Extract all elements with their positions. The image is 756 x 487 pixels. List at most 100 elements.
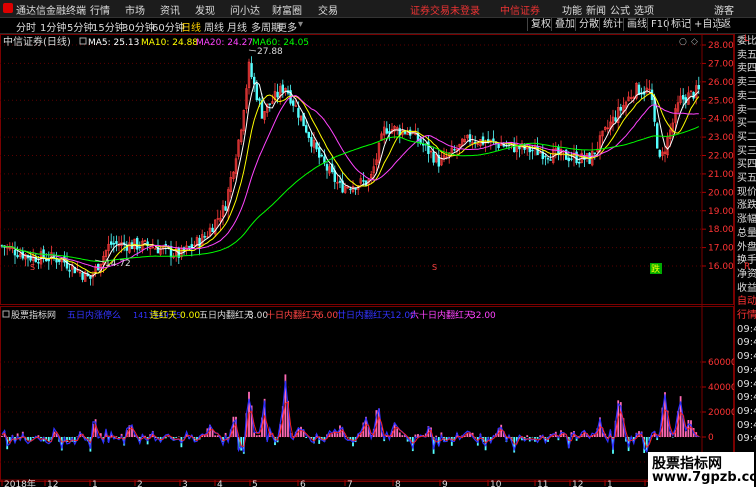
period-more[interactable]: 更多 (277, 19, 297, 34)
quote-field-8: 买三 (737, 145, 756, 157)
indicator-bar (552, 436, 555, 437)
indicator-bar (255, 435, 258, 437)
candle-body (255, 83, 258, 101)
kline-chart[interactable]: 中信证券(日线) MA5: 25.13 MA10: 24.88 MA20: 24… (0, 34, 734, 487)
indicator-bar (175, 437, 178, 438)
indicator-blue-line (1, 380, 699, 454)
login-notice[interactable]: 证券交易未登录 (410, 2, 480, 17)
period-60min[interactable]: 60分钟 (152, 19, 185, 34)
quote-field-23: 09:4 (737, 351, 756, 363)
quote-field-27: 09:4 (737, 405, 756, 417)
price-tick-label: 28.00 (708, 41, 734, 51)
period-fenshi[interactable]: 分时 (16, 19, 36, 34)
price-tick-label: 19.00 (708, 207, 734, 217)
btn-back[interactable]: 返回 (717, 18, 740, 31)
menu-zixun[interactable]: 资讯 (160, 2, 180, 17)
menu-xinwen[interactable]: 新闻 (586, 2, 606, 17)
ma10-label: MA10: 24.88 (141, 38, 198, 48)
time-tick-label: 1 (92, 480, 98, 487)
candle-body (13, 249, 17, 256)
period-monthly[interactable]: 月线 (227, 19, 247, 34)
quote-field-14: 总量 (737, 227, 756, 239)
candle-body (281, 84, 284, 93)
quote-field-3: 卖三 (737, 77, 756, 89)
candle-body (681, 95, 685, 100)
indicator-gridlines (0, 361, 702, 463)
quote-field-2: 卖四 (737, 63, 756, 75)
menu-caifuquan[interactable]: 财富圈 (272, 2, 302, 17)
menu-shichang[interactable]: 市场 (125, 2, 145, 17)
btn-fensan[interactable]: 分散 (575, 18, 602, 31)
candle-body (188, 246, 191, 248)
menu-gongshi[interactable]: 公式 (610, 2, 630, 17)
menu-wenxiaoda[interactable]: 问小达 (230, 2, 260, 17)
ind-f2-label: 连红天 (150, 309, 177, 321)
candle-body (692, 92, 695, 99)
price-axis: 28.00 27.00 26.00 25.00 24.00 23.00 22.00 21.00… (702, 41, 734, 272)
price-tick-label: 23.00 (708, 133, 734, 143)
candle-body (138, 246, 141, 249)
period-5min[interactable]: 5分钟 (67, 19, 93, 34)
indicator-bar (300, 426, 302, 437)
indicator-bar (435, 435, 438, 437)
btn-diejia[interactable]: 叠加 (551, 18, 578, 31)
btn-huaxian[interactable]: 画线 (623, 18, 650, 31)
candle-body (453, 149, 456, 151)
candle-body (110, 241, 113, 245)
candle-body (637, 84, 641, 95)
menu-xuanxiang[interactable]: 选项 (634, 2, 654, 17)
candle-body (593, 152, 597, 154)
indicator-bar (1, 435, 3, 437)
ma60-line (1, 126, 700, 263)
time-tick-label: 2 (137, 480, 143, 487)
high-pointer (248, 49, 257, 52)
indicator-bar (258, 434, 261, 437)
candle-body (310, 136, 313, 147)
indicator-collapse-icon[interactable] (2, 310, 10, 318)
more-arrow-icon[interactable]: ▾ (298, 19, 303, 30)
time-tick-label: 8 (395, 480, 401, 487)
quote-field-6: 买一 (737, 118, 756, 130)
indicator-pane-border (0, 306, 734, 482)
time-tick-label: 9 (442, 480, 448, 487)
candle-body (89, 275, 92, 279)
indicator-bar (214, 435, 217, 437)
btn-fuquan[interactable]: 复权 (527, 18, 554, 31)
menu-gongneng[interactable]: 功能 (562, 2, 582, 17)
time-tick-label: 7 (347, 480, 353, 487)
side-mark-l: L (744, 34, 750, 44)
period-30min[interactable]: 30分钟 (122, 19, 155, 34)
btn-tongji[interactable]: 统计 (599, 18, 626, 31)
candle-body (362, 180, 365, 182)
period-weekly[interactable]: 周线 (204, 19, 224, 34)
price-tick-label: 26.00 (708, 78, 734, 88)
period-daily[interactable]: 日线 (181, 19, 201, 34)
side-mark-r: R (744, 262, 751, 272)
chart-close-icon[interactable]: ◇ (691, 37, 698, 47)
menu-jiaoyi[interactable]: 交易 (318, 2, 338, 17)
menu-hangqing[interactable]: 行情 (90, 2, 110, 17)
collapse-icon[interactable] (79, 37, 87, 45)
candle-body (291, 100, 295, 106)
ind-f3-label: 五日内翻红天 (199, 309, 253, 321)
quote-field-1: 卖五 (737, 49, 756, 61)
quote-field-29: 09:4 (737, 433, 756, 445)
signal-mark-2: S (432, 263, 437, 272)
quote-field-10: 买五 (737, 173, 756, 184)
indicator-tick-label: 60000 (708, 358, 734, 368)
candle-body (697, 85, 701, 90)
candle-body (320, 154, 323, 157)
user-label[interactable]: 游客 (714, 2, 734, 17)
indicator-bar (40, 437, 42, 439)
candle-body (115, 241, 118, 244)
quote-field-22: 09:4 (737, 337, 756, 349)
candle-body (481, 136, 485, 145)
broker-label[interactable]: 中信证券 (500, 2, 540, 17)
period-15min[interactable]: 15分钟 (92, 19, 125, 34)
candle-body (403, 131, 407, 134)
menu-faxian[interactable]: 发现 (195, 2, 215, 17)
candle-body (250, 63, 253, 78)
settings-circle-icon[interactable]: ○ (679, 37, 687, 47)
quote-field-28: 09:4 (737, 419, 756, 431)
period-1min[interactable]: 1分钟 (40, 19, 66, 34)
